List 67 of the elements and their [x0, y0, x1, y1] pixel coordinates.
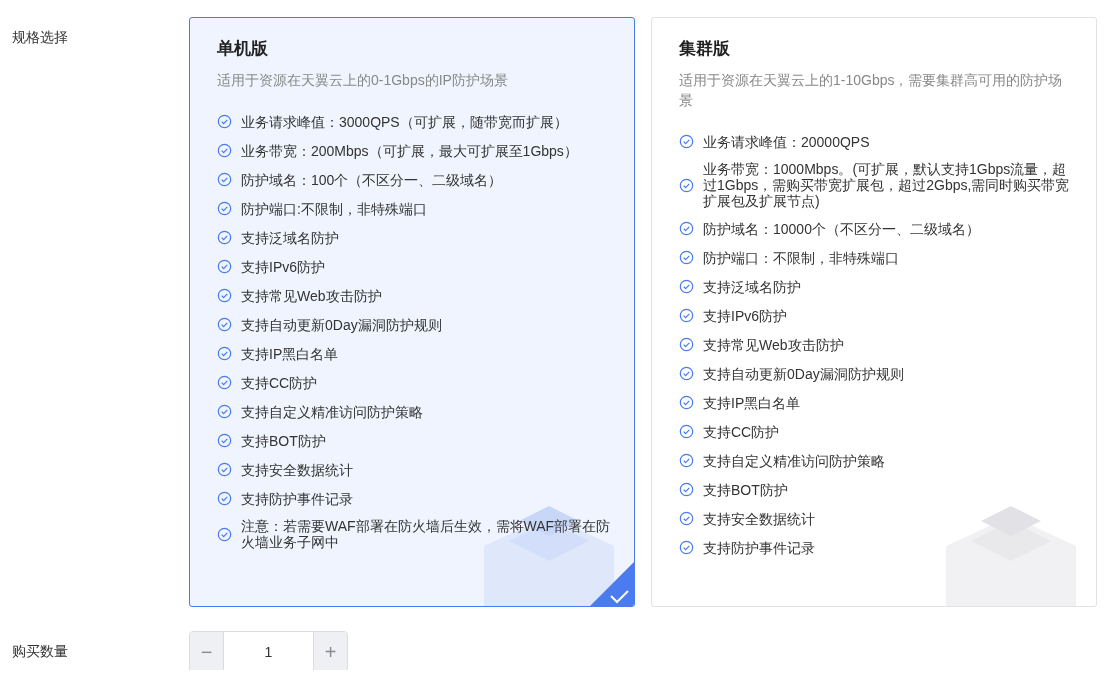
check-circle-icon	[679, 279, 694, 294]
check-circle-icon	[217, 526, 232, 542]
feature-text: 业务请求峰值：3000QPS（可扩展，随带宽而扩展）	[241, 112, 569, 131]
check-circle-icon	[217, 143, 232, 158]
plan-description: 适用于资源在天翼云上的0-1Gbps的IP防护场景	[217, 71, 509, 90]
check-circle-icon	[217, 375, 232, 390]
check-circle-icon	[679, 308, 694, 323]
check-circle-icon	[679, 337, 694, 352]
check-circle-icon	[217, 230, 232, 245]
check-circle-icon	[679, 424, 694, 439]
check-circle-icon	[679, 453, 694, 468]
feature-text: 支持自定义精准访问防护策略	[241, 402, 424, 421]
feature-text: 业务带宽：1000Mbps。(可扩展，默认支持1Gbps流量，超过1Gbps，需购买带宽扩展包，超过2Gbps,需同时购买带宽扩展包及扩展节点)	[703, 161, 1071, 209]
check-circle-icon	[679, 250, 694, 265]
check-circle-icon	[679, 177, 694, 193]
feature-text: 支持泛域名防护	[703, 277, 802, 296]
check-circle-icon	[217, 491, 232, 506]
feature-text: 支持BOT防护	[703, 480, 789, 499]
feature-text: 防护域名：10000个（不区分一、二级域名）	[703, 219, 981, 238]
feature-text: 支持自定义精准访问防护策略	[703, 451, 886, 470]
plan-card[interactable]	[189, 17, 635, 607]
field-label: 规格选择	[11, 28, 69, 47]
check-circle-icon	[217, 462, 232, 477]
feature-text: 支持防护事件记录	[703, 538, 816, 557]
feature-text: 支持IPv6防护	[703, 306, 788, 325]
feature-text: 支持防护事件记录	[241, 489, 354, 508]
feature-text: 业务带宽：200Mbps（可扩展，最大可扩展至1Gbps）	[241, 141, 579, 160]
feature-text: 支持IP黑白名单	[241, 344, 340, 363]
plan-description: 适用于资源在天翼云上的1-10Gbps，需要集群高可用的防护场景	[679, 71, 1064, 110]
check-circle-icon	[217, 433, 232, 448]
check-circle-icon	[217, 346, 232, 361]
feature-text: 支持自动更新0Day漏洞防护规则	[241, 315, 443, 334]
check-circle-icon	[217, 172, 232, 187]
feature-text: 支持安全数据统计	[241, 460, 354, 479]
feature-text: 支持IP黑白名单	[703, 393, 802, 412]
feature-text: 注意：若需要WAF部署在防火墙后生效，需将WAF部署在防火墙业务子网中	[241, 518, 611, 550]
selected-check-icon	[590, 562, 634, 606]
feature-text: 防护端口：不限制，非特殊端口	[703, 248, 900, 267]
feature-text: 支持常见Web攻击防护	[241, 286, 383, 305]
feature-text: 支持常见Web攻击防护	[703, 335, 845, 354]
feature-text: 防护端口:不限制，非特殊端口	[241, 199, 428, 218]
check-circle-icon	[217, 288, 232, 303]
check-circle-icon	[217, 114, 232, 129]
field-label: 购买数量	[11, 643, 69, 661]
plan-title: 单机版	[217, 38, 269, 60]
feature-text: 支持泛域名防护	[241, 228, 340, 247]
check-circle-icon	[217, 201, 232, 216]
feature-text: 支持CC防护	[703, 422, 781, 441]
check-circle-icon	[679, 366, 694, 381]
check-circle-icon	[217, 259, 232, 274]
plan-title: 集群版	[679, 38, 731, 60]
feature-text: 防护域名：100个（不区分一、二级域名）	[241, 170, 504, 189]
feature-text: 支持BOT防护	[241, 431, 327, 450]
check-circle-icon	[679, 221, 694, 236]
check-circle-icon	[217, 317, 232, 332]
check-circle-icon	[679, 134, 694, 149]
quantity-input[interactable]: 1	[223, 632, 314, 670]
check-circle-icon	[679, 540, 694, 555]
feature-text: 支持安全数据统计	[703, 509, 816, 528]
check-circle-icon	[679, 511, 694, 526]
feature-text: 支持CC防护	[241, 373, 319, 392]
feature-text: 支持自动更新0Day漏洞防护规则	[703, 364, 905, 383]
check-circle-icon	[679, 395, 694, 410]
feature-text: 支持IPv6防护	[241, 257, 326, 276]
check-circle-icon	[217, 404, 232, 419]
feature-text: 业务请求峰值：20000QPS	[703, 132, 871, 151]
check-circle-icon	[679, 482, 694, 497]
